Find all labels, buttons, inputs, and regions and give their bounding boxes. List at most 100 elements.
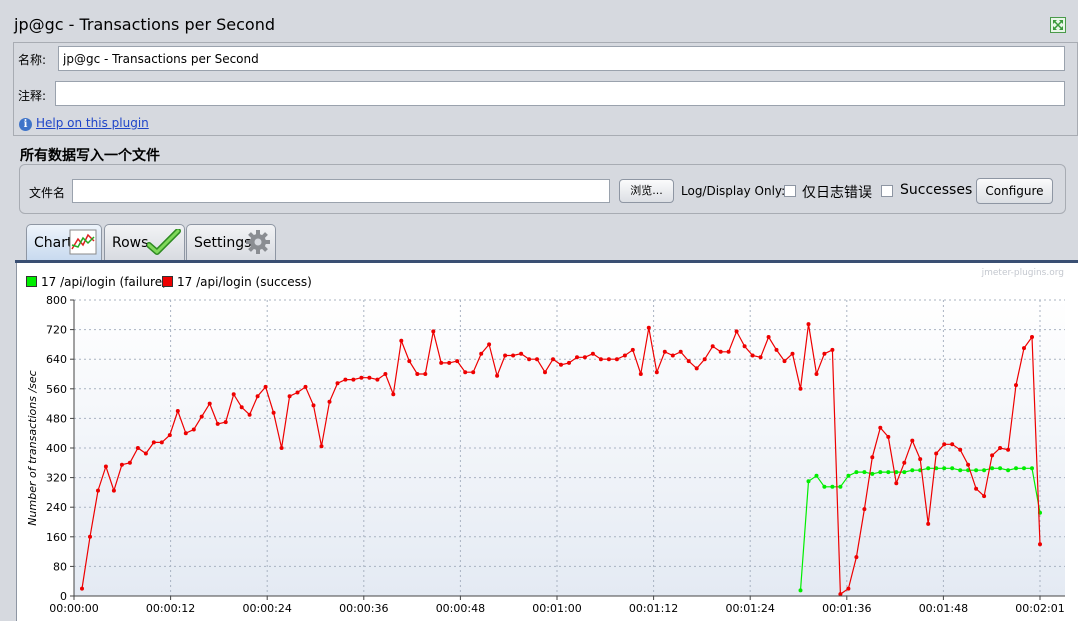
data-point xyxy=(359,375,364,380)
errors-only-label: 仅日志错误 xyxy=(802,185,872,201)
data-point xyxy=(806,322,811,327)
data-point xyxy=(215,421,220,426)
data-point xyxy=(958,468,963,473)
configure-button[interactable]: Configure xyxy=(976,178,1053,204)
x-tick-label: 00:00:12 xyxy=(146,602,195,615)
data-point xyxy=(614,357,619,362)
data-point xyxy=(151,440,156,445)
data-point xyxy=(135,446,140,450)
data-point xyxy=(375,377,380,382)
data-point xyxy=(934,451,939,456)
data-point xyxy=(950,442,955,447)
data-point xyxy=(271,410,276,415)
data-point xyxy=(902,460,907,465)
tab-settings[interactable]: Settings xyxy=(186,224,276,261)
data-point xyxy=(111,488,116,493)
data-point xyxy=(846,473,851,478)
data-point xyxy=(814,473,819,478)
data-point xyxy=(295,390,300,395)
data-point xyxy=(88,534,92,539)
data-point xyxy=(638,372,643,376)
data-point xyxy=(471,370,476,375)
data-point xyxy=(902,470,907,475)
x-tick-label: 00:00:48 xyxy=(436,602,485,615)
data-point xyxy=(103,464,108,469)
tab-rows-label: Rows xyxy=(112,235,149,251)
tab-chart[interactable]: Chart xyxy=(26,224,102,261)
data-point xyxy=(1030,335,1034,339)
data-point xyxy=(535,357,539,362)
data-point xyxy=(678,349,683,354)
log-display-label: Log/Display Only: xyxy=(681,184,786,198)
maximize-icon[interactable] xyxy=(1050,17,1066,33)
tab-settings-label: Settings xyxy=(194,235,252,251)
data-point xyxy=(766,335,771,339)
data-point xyxy=(319,444,324,449)
data-point xyxy=(519,351,524,356)
data-point xyxy=(239,405,244,410)
data-point xyxy=(870,471,875,476)
successes-label: Successes xyxy=(900,182,973,198)
data-point xyxy=(758,355,763,360)
data-point xyxy=(822,484,827,489)
legend-label-success: 17 /api/login (success) xyxy=(177,275,312,289)
data-point xyxy=(399,338,404,343)
help-link[interactable]: Help on this plugin xyxy=(36,116,149,130)
data-point xyxy=(96,488,100,493)
data-point xyxy=(990,453,995,458)
data-point xyxy=(159,440,164,445)
x-tick-label: 00:01:48 xyxy=(919,602,968,615)
data-point xyxy=(830,347,835,352)
data-point xyxy=(670,353,675,358)
data-point xyxy=(391,392,396,397)
y-tick-label: 720 xyxy=(46,324,67,337)
data-point xyxy=(351,377,356,382)
data-point xyxy=(439,360,444,365)
legend-swatch-failure xyxy=(26,276,37,287)
x-tick-label: 00:01:12 xyxy=(629,602,678,615)
data-point xyxy=(455,359,460,364)
data-point xyxy=(966,462,971,467)
data-point xyxy=(303,384,308,389)
y-axis-label: Number of transactions /sec xyxy=(26,370,39,525)
comment-input[interactable] xyxy=(55,81,1065,106)
data-point xyxy=(1014,383,1018,388)
name-input[interactable] xyxy=(58,46,1065,71)
data-point xyxy=(686,359,691,364)
data-point xyxy=(431,329,436,334)
data-point xyxy=(447,360,452,365)
data-point xyxy=(279,446,284,450)
data-point xyxy=(143,451,148,456)
data-point xyxy=(167,433,172,438)
data-point xyxy=(311,403,316,408)
data-point xyxy=(1022,346,1026,351)
data-point xyxy=(798,588,803,593)
successes-checkbox[interactable] xyxy=(881,185,893,197)
x-tick-label: 00:01:36 xyxy=(822,602,871,615)
data-point xyxy=(223,420,228,425)
y-tick-label: 400 xyxy=(46,442,67,455)
data-point xyxy=(974,468,979,473)
data-point xyxy=(231,392,236,397)
y-tick-label: 560 xyxy=(46,383,67,396)
data-point xyxy=(958,447,963,452)
data-point xyxy=(1006,447,1011,452)
data-point xyxy=(910,468,915,473)
browse-button[interactable]: 浏览... xyxy=(619,179,674,203)
data-point xyxy=(582,355,587,360)
data-point xyxy=(247,412,252,417)
tab-rows[interactable]: Rows xyxy=(104,224,185,261)
data-point xyxy=(982,468,987,473)
filename-input[interactable] xyxy=(72,179,610,203)
data-point xyxy=(854,555,859,560)
data-point xyxy=(878,425,883,430)
errors-only-checkbox[interactable] xyxy=(784,185,796,197)
tab-chart-label: Chart xyxy=(34,235,73,251)
x-tick-label: 00:00:36 xyxy=(339,602,388,615)
data-point xyxy=(894,481,899,486)
data-point xyxy=(343,377,348,382)
data-point xyxy=(710,344,715,349)
data-point xyxy=(782,359,787,364)
data-point xyxy=(662,349,667,354)
data-point xyxy=(175,409,180,413)
